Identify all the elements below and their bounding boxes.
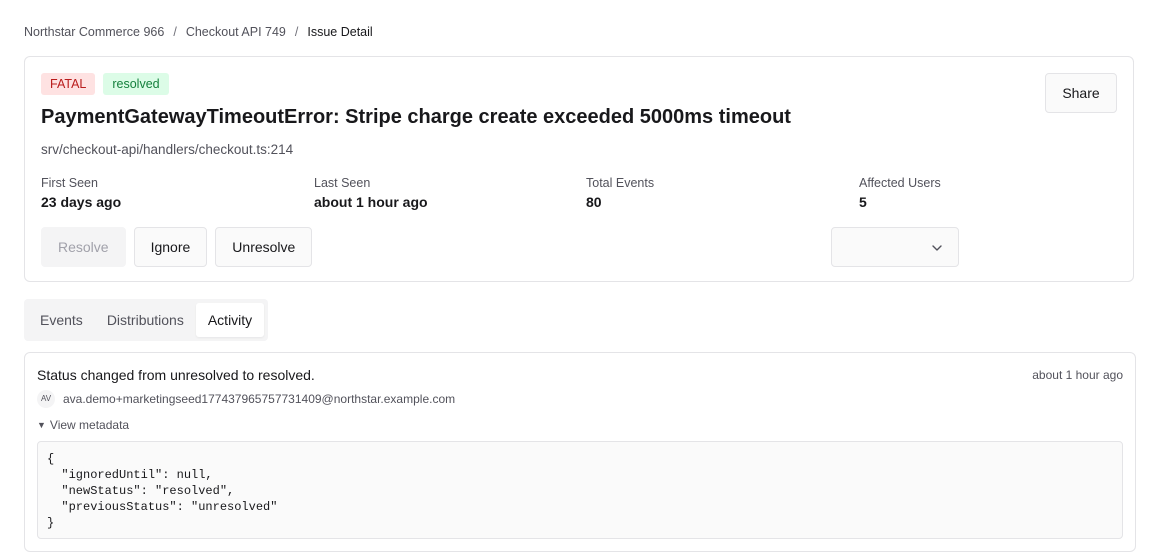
stat-first-seen: First Seen 23 days ago <box>41 176 121 210</box>
caret-down-icon: ▼ <box>37 420 46 430</box>
stat-label: Affected Users <box>859 176 941 190</box>
breadcrumb-project-link[interactable]: Checkout API 749 <box>186 25 286 39</box>
level-badge: FATAL <box>41 73 96 95</box>
avatar: AV <box>37 390 55 408</box>
stat-last-seen: Last Seen about 1 hour ago <box>314 176 428 210</box>
activity-entry: Status changed from unresolved to resolv… <box>24 352 1136 552</box>
breadcrumb-separator: / <box>173 25 177 39</box>
stat-total-events: Total Events 80 <box>586 176 654 210</box>
issue-badges: FATAL resolved <box>41 73 169 95</box>
stat-value: 23 days ago <box>41 194 122 210</box>
status-badge: resolved <box>103 73 169 95</box>
share-button[interactable]: Share <box>1045 73 1117 113</box>
issue-tabs: Events Distributions Activity <box>24 299 269 341</box>
ignore-button[interactable]: Ignore <box>133 227 208 267</box>
issue-header-card: FATAL resolved Share PaymentGatewayTimeo… <box>24 56 1134 282</box>
assignee-select[interactable] <box>831 227 959 267</box>
issue-actions: Resolve Ignore Unresolve <box>41 227 313 267</box>
issue-title: PaymentGatewayTimeoutError: Stripe charg… <box>41 106 791 128</box>
breadcrumb-current: Issue Detail <box>307 25 373 39</box>
stat-value: 5 <box>859 194 867 210</box>
user-email: ava.demo+marketingseed177437965757731409… <box>63 392 456 406</box>
issue-detail-page: Northstar Commerce 966 / Checkout API 74… <box>0 0 1160 552</box>
issue-location: srv/checkout-api/handlers/checkout.ts:21… <box>41 142 294 157</box>
view-metadata-label: View metadata <box>49 418 130 432</box>
view-metadata-toggle[interactable]: ▼ View metadata <box>37 418 129 432</box>
activity-timestamp: about 1 hour ago <box>1032 368 1123 382</box>
activity-user: AV ava.demo+marketingseed177437965757731… <box>37 390 455 408</box>
stat-label: First Seen <box>41 176 98 190</box>
stat-label: Last Seen <box>314 176 371 190</box>
breadcrumb-org-link[interactable]: Northstar Commerce 966 <box>24 25 164 39</box>
stat-value: about 1 hour ago <box>314 194 428 210</box>
activity-message: Status changed from unresolved to resolv… <box>37 367 315 383</box>
resolve-button[interactable]: Resolve <box>41 227 126 267</box>
tab-activity[interactable]: Activity <box>195 303 265 337</box>
stat-affected-users: Affected Users 5 <box>859 176 941 210</box>
stat-value: 80 <box>586 194 602 210</box>
chevron-down-icon <box>932 245 942 251</box>
tab-distributions[interactable]: Distributions <box>95 303 196 337</box>
issue-stats: First Seen 23 days ago Last Seen about 1… <box>41 176 1121 216</box>
breadcrumb: Northstar Commerce 966 / Checkout API 74… <box>24 24 373 40</box>
metadata-code-block: { "ignoredUntil": null, "newStatus": "re… <box>37 441 1123 539</box>
unresolve-button[interactable]: Unresolve <box>215 227 313 267</box>
tab-events[interactable]: Events <box>28 303 95 337</box>
stat-label: Total Events <box>586 176 655 190</box>
breadcrumb-separator: / <box>294 25 299 39</box>
